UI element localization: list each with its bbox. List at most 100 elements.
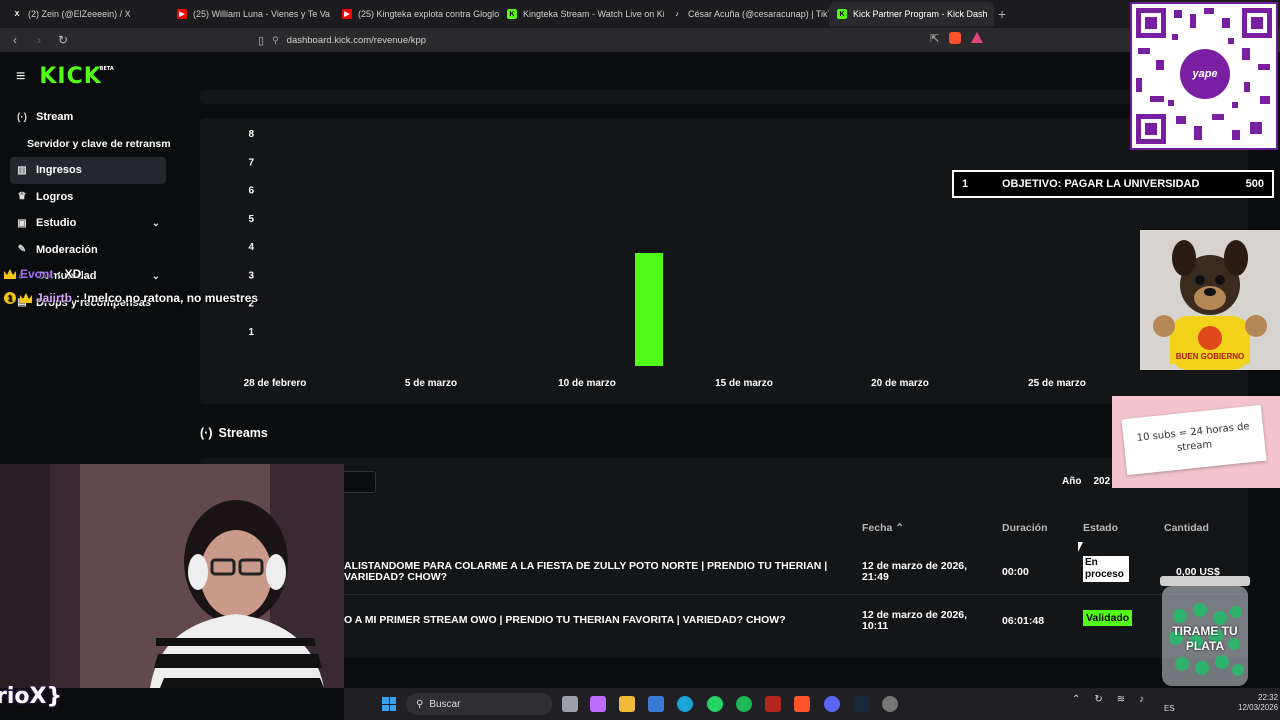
browser-tab-bar: X (2) Zein (@ElZeeeein) / X ▶ (25) William…: [0, 0, 1280, 28]
discord-icon[interactable]: [824, 696, 840, 712]
kick-logo[interactable]: KICK BETA: [39, 64, 113, 89]
sidebar-item-ingresos[interactable]: ▥ Ingresos: [10, 157, 166, 184]
sync-icon[interactable]: ↻: [1094, 694, 1102, 705]
jar-text: TIRAME TU PLATA: [1172, 624, 1238, 653]
goal-bar: 1 OBJETIVO: PAGAR LA UNIVERSIDAD 500: [952, 170, 1274, 198]
kick-icon: K: [837, 9, 847, 19]
chat-overlay: Evont: XD 1 Jaiirtb: !melco no ratona, no…: [4, 262, 258, 310]
table-row[interactable]: ALISTANDOME PARA COLARME A LA FIESTA DE …: [340, 556, 1248, 588]
reload-icon[interactable]: ↻: [54, 33, 72, 47]
chat-message: Evont: XD: [4, 262, 258, 286]
sidebar-item-moderacion[interactable]: ✎ Moderación: [10, 237, 166, 264]
chevron-down-icon[interactable]: ⌄: [152, 218, 160, 229]
copilot-icon[interactable]: [590, 696, 606, 712]
year-filter[interactable]: Año 202: [1062, 476, 1110, 487]
column-estado[interactable]: Estado: [1083, 522, 1118, 534]
chat-username: Jaiirtb: [36, 291, 73, 305]
search-icon: ⚲: [416, 698, 424, 710]
game-icon[interactable]: [765, 696, 781, 712]
whatsapp-icon[interactable]: [707, 696, 723, 712]
back-icon[interactable]: ‹: [6, 33, 24, 47]
steam-icon[interactable]: [853, 696, 869, 712]
edge-icon[interactable]: [677, 696, 693, 712]
chart-bar[interactable]: [635, 253, 663, 366]
x-tick-label: 25 de marzo: [1028, 378, 1086, 389]
tab-label: Kingteka Stream - Watch Live on Kick: [523, 9, 664, 19]
x-tick-label: 5 de marzo: [405, 378, 457, 389]
windows-start-icon[interactable]: [382, 697, 396, 711]
sidebar-item-estudio[interactable]: ▣ Estudio ⌄: [10, 210, 166, 237]
x-tick-label: 20 de marzo: [871, 378, 929, 389]
browser-tab[interactable]: X (2) Zein (@ElZeeeein) / X: [4, 2, 169, 26]
chevron-up-icon[interactable]: ⌃: [1072, 694, 1080, 705]
streams-heading: (·) Streams: [200, 426, 268, 440]
clock[interactable]: 22:32 12/03/2026: [1238, 693, 1278, 713]
brave-rewards-icon[interactable]: [971, 32, 984, 43]
chat-text: : XD: [57, 267, 82, 281]
share-icon[interactable]: ⇱: [930, 32, 939, 45]
taskbar-search[interactable]: ⚲ Buscar: [406, 693, 552, 715]
year-value: 202: [1093, 476, 1111, 487]
youtube-icon: ▶: [177, 9, 187, 19]
microphone-icon[interactable]: ♪: [1139, 694, 1144, 705]
network-icon[interactable]: ≋: [1117, 694, 1125, 705]
subscriber-badge-icon: 1: [4, 292, 16, 304]
language-indicator[interactable]: ES: [1164, 704, 1175, 713]
dog-meme-image: BUEN GOBIERNO: [1140, 230, 1280, 370]
site-info-icon[interactable]: ⚲: [272, 35, 279, 46]
goal-text: OBJETIVO: PAGAR LA UNIVERSIDAD: [1002, 178, 1200, 190]
sub-goal-note: 10 subs = 24 horas de stream: [1112, 396, 1280, 488]
browser-tab[interactable]: ♪ César Acuña (@cesaracunap) | TikTok: [664, 2, 829, 26]
column-fecha[interactable]: Fecha ⌃: [862, 522, 904, 534]
stream-duration: 06:01:48: [1002, 615, 1045, 627]
tab-label: (2) Zein (@ElZeeeein) / X: [28, 9, 131, 19]
streamer-name: rioX}: [0, 684, 63, 709]
stream-date: 12 de marzo de 2026, 10:11: [862, 609, 968, 632]
table-row[interactable]: O A MI PRIMER STREAM OWO | PRENDIO TU TH…: [340, 610, 1248, 640]
new-tab-icon[interactable]: +: [998, 6, 1006, 22]
x-tick-label: 10 de marzo: [558, 378, 616, 389]
store-icon[interactable]: [648, 696, 664, 712]
y-tick-label: 8: [248, 129, 254, 140]
brave-icon[interactable]: [794, 696, 810, 712]
sidebar-item-server-key[interactable]: Servidor y clave de retransm: [10, 131, 171, 158]
browser-tab-active[interactable]: KKick Partner Program - Kick Dash✕: [829, 2, 994, 26]
yape-logo: yape: [1180, 49, 1230, 99]
menu-icon[interactable]: ≡: [16, 68, 25, 86]
brave-shield-icon[interactable]: [949, 32, 962, 44]
row-divider: [340, 594, 1248, 595]
webcam-person-icon: [0, 464, 344, 688]
sidebar-item-logros[interactable]: ♛ Logros: [10, 184, 166, 211]
chat-text: : !melco no ratona, no muestres: [76, 291, 259, 305]
spotify-icon[interactable]: [736, 696, 752, 712]
x-icon: X: [14, 10, 20, 18]
browser-tab[interactable]: ▶ (25) Kingteka explota contra Glogloki: [334, 2, 499, 26]
browser-tab[interactable]: K Kingteka Stream - Watch Live on Kick: [499, 2, 664, 26]
column-duracion[interactable]: Duración: [1002, 522, 1048, 534]
y-tick-label: 7: [248, 157, 254, 168]
forward-icon[interactable]: ›: [30, 33, 48, 47]
file-explorer-icon[interactable]: [619, 696, 635, 712]
url-field[interactable]: ▯ ⚲ dashboard.kick.com/revenue/kpp: [258, 31, 998, 49]
studio-icon: ▣: [17, 217, 27, 229]
stream-duration: 00:00: [1002, 566, 1029, 578]
crown-icon: [4, 269, 16, 279]
bookmark-icon[interactable]: ▯: [258, 34, 264, 47]
system-tray: ⌃ ↻ ≋ ♪: [1072, 694, 1144, 705]
trophy-icon: ♛: [17, 191, 27, 203]
browser-tab[interactable]: ▶ (25) William Luna - Vienes y Te Va: [169, 2, 334, 26]
x-tick-label: 15 de marzo: [715, 378, 773, 389]
y-tick-label: 6: [248, 186, 254, 197]
column-cantidad[interactable]: Cantidad: [1164, 522, 1209, 534]
chat-message: 1 Jaiirtb: !melco no ratona, no muestres: [4, 286, 258, 310]
dog-illustration-icon: [1153, 240, 1267, 370]
yape-qr-code: yape: [1130, 2, 1278, 150]
address-bar: ‹ › ↻ ▯ ⚲ dashboard.kick.com/revenue/kpp…: [0, 28, 1280, 52]
stream-date: 12 de marzo de 2026, 21:49: [862, 560, 968, 583]
status-badge: Validado: [1083, 610, 1133, 626]
youtube-icon: ▶: [342, 9, 352, 19]
sidebar-item-stream[interactable]: (·) Stream: [10, 104, 166, 131]
tab-label: (25) Kingteka explota contra Glogloki: [358, 9, 499, 19]
obs-icon[interactable]: [882, 696, 898, 712]
task-view-icon[interactable]: [562, 696, 578, 712]
